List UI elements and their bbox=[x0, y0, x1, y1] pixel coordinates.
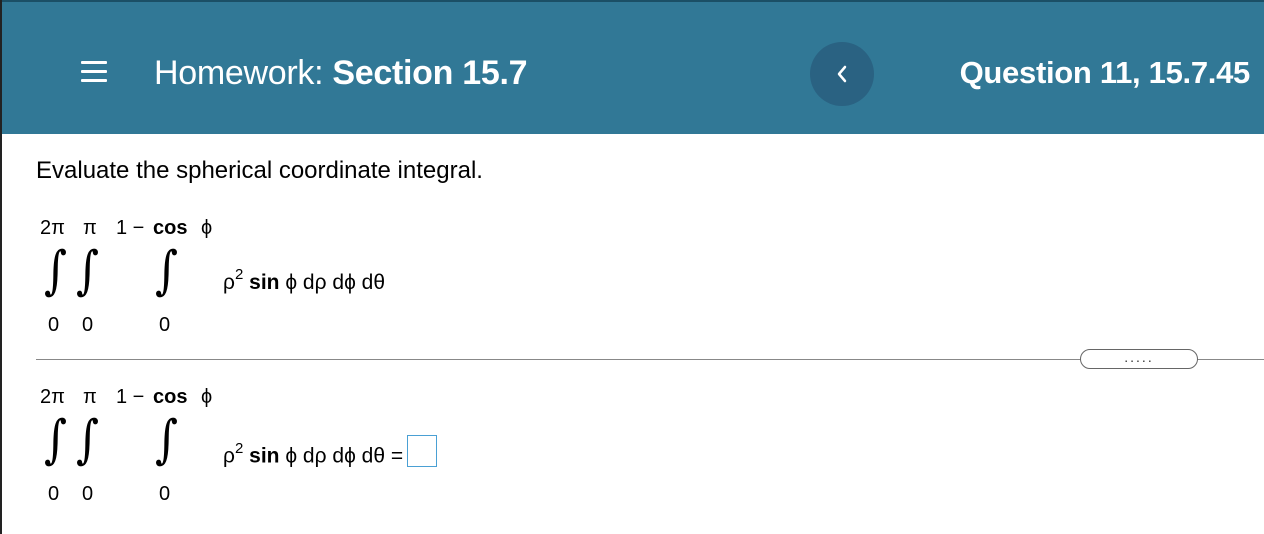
integral-sign: ∫ bbox=[155, 410, 179, 470]
lower-limit-theta: 0 bbox=[48, 314, 60, 336]
lower-limit-rho: 0 bbox=[159, 483, 171, 505]
problem-integral: 2π π 1 − cos ϕ ∫ ∫ ∫ 0 0 0 ρ2 sin ϕ dρ d… bbox=[2, 212, 702, 342]
section-label: Section 15.7 bbox=[332, 54, 528, 92]
page: Homework: Section 15.7 Question 11, 15.7… bbox=[0, 0, 1264, 534]
integrand-rho: ρ bbox=[223, 271, 235, 294]
upper-limit-phi: π bbox=[83, 217, 97, 239]
integrand-rho: ρ bbox=[223, 444, 235, 468]
lower-limit-phi: 0 bbox=[82, 483, 94, 505]
homework-title: Homework: Section 15.7 bbox=[154, 54, 528, 93]
integrand-differentials: ϕ dρ dϕ dθ bbox=[285, 271, 386, 294]
chevron-left-icon bbox=[837, 65, 847, 83]
integral-sign: ∫ bbox=[76, 241, 100, 301]
upper-limit-phi: π bbox=[83, 386, 97, 408]
integrand-exponent: 2 bbox=[234, 266, 244, 283]
integrand-sin: sin bbox=[249, 444, 280, 468]
question-label: Question 11, 15.7.45 bbox=[959, 55, 1251, 90]
upper-limit-rho-cos: cos bbox=[153, 217, 188, 239]
upper-limit-rho-phi: ϕ bbox=[201, 386, 213, 408]
lower-limit-theta: 0 bbox=[48, 483, 60, 505]
integrand-exponent: 2 bbox=[234, 439, 244, 457]
integral-sign: ∫ bbox=[76, 410, 100, 470]
integrand: ρ2 sin ϕ dρ dϕ dθ bbox=[223, 267, 386, 294]
hamburger-menu-icon[interactable] bbox=[81, 59, 107, 85]
integrand: ρ2 sin ϕ dρ dϕ dθ = bbox=[223, 435, 438, 473]
upper-limit-rho-prefix: 1 − bbox=[116, 217, 145, 239]
answer-input-box[interactable] bbox=[407, 435, 438, 467]
integral-sign: ∫ bbox=[44, 410, 68, 470]
integrand-differentials: ϕ dρ dϕ dθ = bbox=[285, 444, 404, 468]
integrand-sin: sin bbox=[249, 271, 280, 294]
problem-prompt: Evaluate the spherical coordinate integr… bbox=[36, 157, 483, 184]
lower-limit-phi: 0 bbox=[82, 314, 94, 336]
previous-question-button[interactable] bbox=[810, 42, 874, 106]
answer-integral: 2π π 1 − cos ϕ ∫ ∫ ∫ 0 0 0 ρ2 sin ϕ dρ d… bbox=[2, 381, 702, 511]
integral-sign: ∫ bbox=[155, 241, 179, 301]
integral-sign: ∫ bbox=[44, 241, 68, 301]
upper-limit-rho-prefix: 1 − bbox=[116, 386, 145, 408]
lower-limit-rho: 0 bbox=[159, 314, 171, 336]
upper-limit-theta: 2π bbox=[40, 217, 65, 239]
upper-limit-rho-phi: ϕ bbox=[201, 217, 213, 239]
upper-limit-rho-cos: cos bbox=[153, 386, 188, 408]
upper-limit-theta: 2π bbox=[40, 386, 65, 408]
header-bar: Homework: Section 15.7 Question 11, 15.7… bbox=[2, 0, 1264, 134]
homework-label: Homework: bbox=[154, 54, 324, 92]
more-options-button[interactable]: ..... bbox=[1080, 349, 1198, 369]
